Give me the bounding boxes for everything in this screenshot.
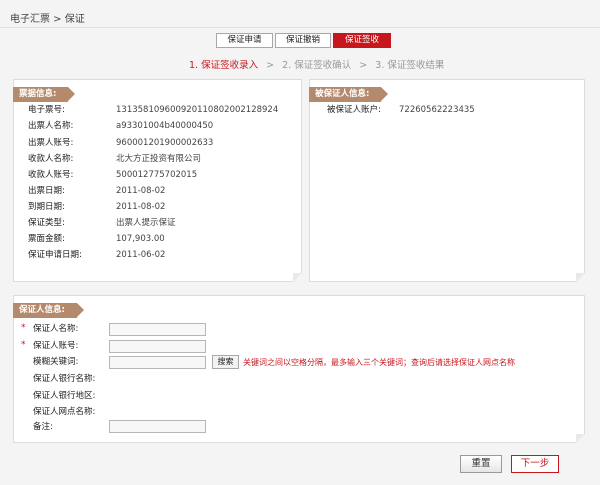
guarantor-account-label: 保证人账号: — [33, 341, 79, 351]
panel-corner-fold — [576, 273, 585, 282]
guaranteed-party-panel: 被保证人信息: 被保证人账户: 72260562223435 — [309, 79, 585, 282]
apply-date-value: 2011-06-02 — [116, 250, 166, 260]
bill-info-title: 票据信息: — [13, 87, 76, 102]
next-step-button[interactable]: 下一步 — [511, 455, 559, 473]
tab-guarantee-sign[interactable]: 保证签收 — [333, 33, 391, 48]
step-separator: > — [266, 60, 275, 71]
branch-name-label: 保证人网点名称: — [33, 407, 96, 417]
payee-name-label: 收款人名称: — [28, 154, 74, 164]
breadcrumb-divider — [0, 27, 600, 28]
bill-info-panel: 票据信息: 电子票号: 1313581096009201108020021289… — [13, 79, 302, 282]
drawer-name-value: a93301004b40000450 — [116, 121, 214, 131]
guaranteed-account-value: 72260562223435 — [399, 105, 475, 115]
panel-corner-fold — [293, 273, 302, 282]
search-button[interactable]: 搜索 — [212, 355, 239, 369]
due-date-label: 到期日期: — [28, 202, 65, 212]
reset-button[interactable]: 重置 — [460, 455, 502, 473]
keyword-label: 模糊关键词: — [33, 357, 79, 367]
due-date-value: 2011-08-02 — [116, 202, 166, 212]
tab-guarantee-apply[interactable]: 保证申请 — [216, 33, 273, 48]
required-mark: * — [21, 323, 26, 333]
payee-account-label: 收款人账号: — [28, 170, 74, 180]
bill-no-value: 131358109600920110802002128924 — [116, 105, 279, 115]
guarantor-name-input[interactable] — [109, 323, 206, 336]
guarantor-title: 保证人信息: — [13, 303, 84, 318]
tab-bar: 保证申请 保证撤销 保证签收 — [216, 33, 393, 48]
issue-date-value: 2011-08-02 — [116, 186, 166, 196]
payee-name-value: 北大方正投资有限公司 — [116, 154, 202, 164]
guarantor-panel: 保证人信息: * 保证人名称: * 保证人账号: 模糊关键词: 搜索 关键词之间… — [13, 295, 585, 443]
guaranteed-account-label: 被保证人账户: — [327, 105, 381, 115]
tab-guarantee-revoke[interactable]: 保证撤销 — [275, 33, 331, 48]
guarantor-name-label: 保证人名称: — [33, 324, 79, 334]
step-2: 2. 保证签收确认 — [282, 60, 352, 71]
drawer-account-value: 960001201900002633 — [116, 138, 214, 148]
apply-date-label: 保证申请日期: — [28, 250, 82, 260]
guarantee-type-value: 出票人提示保证 — [116, 218, 176, 228]
remark-input[interactable] — [109, 420, 206, 433]
required-mark: * — [21, 340, 26, 350]
issue-date-label: 出票日期: — [28, 186, 65, 196]
step-indicator: 1. 保证签收录入 > 2. 保证签收确认 > 3. 保证签收结果 — [189, 57, 444, 71]
keyword-input[interactable] — [109, 356, 206, 369]
breadcrumb: 电子汇票 > 保证 — [10, 14, 85, 25]
face-amount-label: 票面金额: — [28, 234, 65, 244]
guaranteed-party-title: 被保证人信息: — [309, 87, 389, 102]
bank-region-label: 保证人银行地区: — [33, 391, 96, 401]
drawer-account-label: 出票人账号: — [28, 138, 74, 148]
face-amount-value: 107,903.00 — [116, 234, 165, 244]
step-3: 3. 保证签收结果 — [375, 60, 445, 71]
bill-no-label: 电子票号: — [28, 105, 65, 115]
panel-corner-fold — [576, 434, 585, 443]
guarantee-type-label: 保证类型: — [28, 218, 65, 228]
guarantor-account-input[interactable] — [109, 340, 206, 353]
step-1: 1. 保证签收录入 — [189, 60, 259, 71]
remark-label: 备注: — [33, 422, 53, 432]
keyword-hint: 关键词之间以空格分隔，最多输入三个关键词；查询后请选择保证人网点名称 — [243, 358, 515, 367]
drawer-name-label: 出票人名称: — [28, 121, 74, 131]
payee-account-value: 500012775702015 — [116, 170, 198, 180]
bank-name-label: 保证人银行名称: — [33, 374, 96, 384]
step-separator: > — [359, 60, 368, 71]
